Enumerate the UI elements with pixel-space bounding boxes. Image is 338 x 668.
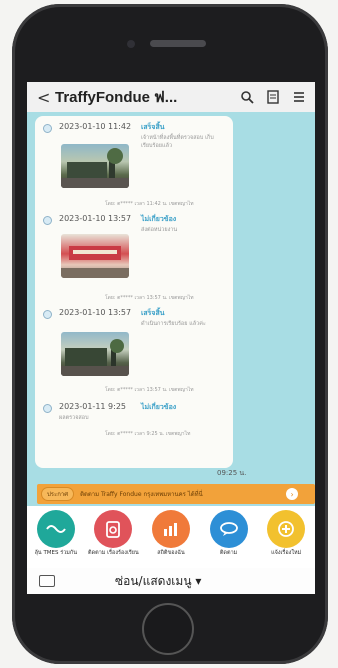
menu-icon[interactable]: [290, 88, 308, 106]
menu-item-track[interactable]: ติดตาม เรื่องร้องเรียน: [86, 506, 140, 557]
timeline-dot: [43, 124, 52, 133]
entry-photo[interactable]: [61, 234, 129, 278]
menu-label: ติดตาม เรื่องร้องเรียน: [88, 550, 139, 556]
entry-desc: เจ้าหน้าที่ลงพื้นที่ตรวจสอบ เก็บเรียบร้อ…: [141, 135, 214, 149]
top-bar: < TraffyFondue ฟ...: [27, 82, 315, 112]
menu-item-follow[interactable]: ติดตาม: [202, 506, 256, 557]
camera: [127, 40, 135, 48]
rich-menu: ลุ้น TMES ร่วมกัน ติดตาม เรื่องร้องเรียน…: [27, 506, 315, 568]
plus-icon: [267, 510, 306, 548]
search-icon[interactable]: [238, 88, 256, 106]
map-icon: [36, 510, 75, 548]
toggle-menu-button[interactable]: ซ่อน/แสดงเมนู ▾: [115, 572, 201, 591]
entry-desc: ดำเนินการเรียบร้อย แล้วค่ะ: [141, 321, 206, 327]
back-button[interactable]: <: [37, 88, 51, 107]
menu-label: สถิติของฉัน: [157, 550, 185, 556]
speaker: [150, 40, 206, 47]
entry-photo[interactable]: [61, 332, 129, 376]
screen: < TraffyFondue ฟ... 2023-01-10 11:42 เสร…: [27, 82, 315, 594]
entry-desc: ผลตรวจสอบ: [59, 415, 89, 421]
menu-label: ลุ้น TMES ร่วมกัน: [34, 550, 78, 556]
entry-desc: ส่งต่อหน่วยงาน: [141, 227, 178, 233]
timeline-dot: [43, 216, 52, 225]
bottom-bar: ซ่อน/แสดงเมนู ▾: [27, 568, 315, 594]
entry-status: ไม่เกี่ยวข้อง: [141, 215, 177, 223]
entry-time: 2023-01-10 13:57: [59, 308, 132, 317]
announcement-text: ติดตาม Traffy Fondue กรุงเทพมหานคร ได้ที…: [80, 491, 203, 498]
arrow-right-icon[interactable]: ›: [286, 488, 299, 500]
clipboard-icon: [94, 510, 133, 548]
notes-icon[interactable]: [264, 88, 282, 106]
announcement-tag: ประกาศ: [41, 487, 75, 501]
entry-footer: โดย: ต***** เวลา 13:57 น. เขตพญาไท: [105, 387, 194, 393]
entry-time: 2023-01-11 9:25: [59, 402, 126, 411]
menu-item-map[interactable]: ลุ้น TMES ร่วมกัน: [29, 506, 83, 557]
timeline-dot: [43, 404, 52, 413]
entry-footer: โดย: ต***** เวลา 9:25 น. เขตพญาไท: [105, 431, 191, 437]
message-time: 09:25 น.: [217, 469, 247, 477]
menu-item-stats[interactable]: สถิติของฉัน: [144, 506, 198, 557]
timeline-dot: [43, 310, 52, 319]
chat-icon: [209, 510, 248, 548]
entry-status: ไม่เกี่ยวข้อง: [141, 403, 177, 411]
entry-status: เสร็จสิ้น: [141, 123, 165, 131]
menu-label: แจ้งเรื่องใหม่: [271, 550, 302, 556]
entry-time: 2023-01-10 13:57: [59, 214, 132, 223]
keyboard-icon[interactable]: [39, 575, 55, 587]
entry-time: 2023-01-10 11:42: [59, 122, 132, 131]
chat-title: TraffyFondue ฟ...: [55, 89, 178, 106]
entry-footer: โดย: ต***** เวลา 11:42 น. เขตพญาไท: [105, 201, 194, 207]
entry-footer: โดย: ต***** เวลา 13:57 น. เขตพญาไท: [105, 295, 194, 301]
menu-label: ติดตาม: [219, 550, 238, 556]
menu-item-new-report[interactable]: แจ้งเรื่องใหม่: [259, 506, 313, 557]
entry-status: เสร็จสิ้น: [141, 309, 165, 317]
chart-icon: [151, 510, 190, 548]
entry-photo[interactable]: [61, 144, 129, 188]
announcement-banner[interactable]: ประกาศ ติดตาม Traffy Fondue กรุงเทพมหานค…: [37, 484, 315, 504]
message-bubble: 2023-01-10 11:42 เสร็จสิ้น เจ้าหน้าที่ลง…: [35, 116, 233, 468]
home-button[interactable]: [142, 603, 194, 655]
